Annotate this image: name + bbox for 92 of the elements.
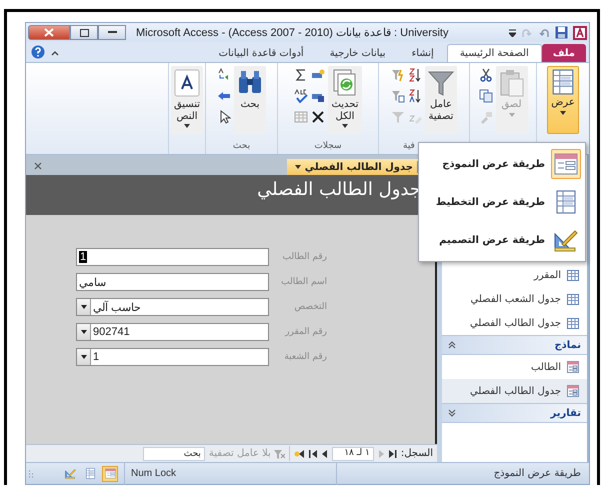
nav-item[interactable]: جدول الطالب الفصلي <box>442 311 587 335</box>
search-field[interactable]: بحث <box>142 446 205 460</box>
caret-icon <box>342 124 348 128</box>
text-format-button[interactable]: تنسيق النص <box>170 66 204 134</box>
replace-icon[interactable] <box>217 68 231 82</box>
funnel-icon <box>428 69 454 97</box>
field-label: اسم الطالب <box>280 277 328 287</box>
delete-icon[interactable] <box>311 110 326 124</box>
spelling-icon[interactable] <box>294 89 308 103</box>
field-label: التخصص <box>293 302 328 312</box>
minimize-icon <box>108 31 116 34</box>
restore-button[interactable] <box>70 25 98 40</box>
expand-chevron-icon <box>448 409 456 417</box>
record-position-field[interactable]: ١ لـ ١٨ <box>332 446 374 460</box>
ribbon-tab[interactable]: إنشاء <box>398 44 447 62</box>
toggle-filter-icon[interactable] <box>391 110 405 124</box>
nav-item[interactable]: المقرر <box>442 263 587 287</box>
text-field[interactable]: 1 <box>76 248 269 266</box>
field-label: رقم الطالب <box>282 252 328 262</box>
caret-icon <box>80 330 86 334</box>
group-label: بحث <box>232 141 252 153</box>
clipboard-icon <box>498 69 524 97</box>
form-icon <box>567 385 579 397</box>
refresh-icon <box>332 69 358 97</box>
layout-view-icon <box>84 468 96 479</box>
last-record-icon[interactable] <box>308 450 318 458</box>
sort-descending-icon[interactable] <box>408 89 422 103</box>
nav-item[interactable]: جدول الطالب الفصلي <box>442 379 587 403</box>
next-record-icon[interactable] <box>322 450 328 458</box>
sort-ascending-icon[interactable] <box>408 68 422 82</box>
nav-item[interactable]: جدول الشعب الفصلي <box>442 287 587 311</box>
design-view-icon <box>64 468 76 479</box>
table-icon <box>567 318 579 328</box>
arrow-icon[interactable] <box>217 89 231 103</box>
table-icon <box>567 270 579 280</box>
text-field[interactable]: سامي <box>76 273 269 291</box>
customize-icon[interactable] <box>509 28 516 36</box>
view-button[interactable] <box>102 466 118 482</box>
view-menu-item[interactable]: طريقة عرض التصميم <box>419 225 585 255</box>
close-icon[interactable] <box>34 162 42 170</box>
new-record-icon[interactable] <box>294 450 305 458</box>
group-label: فية <box>402 141 416 153</box>
caret-icon <box>80 305 86 309</box>
combo-box[interactable]: 902741 <box>76 323 269 341</box>
field-label: رقم المقرر <box>284 327 328 337</box>
no-filter-icon <box>274 448 285 458</box>
ribbon-tab[interactable]: الصفحة الرئيسية <box>446 44 542 62</box>
scissors-icon[interactable] <box>478 68 492 82</box>
group-label: سجلات <box>313 141 343 153</box>
caret-icon <box>508 112 514 116</box>
ribbon-tab[interactable]: أدوات قاعدة البيانات <box>206 44 317 62</box>
close-button[interactable] <box>28 25 70 40</box>
combo-box[interactable]: 1 <box>76 348 269 366</box>
num-lock-indicator: Num Lock <box>124 462 337 484</box>
layout-view-icon <box>554 190 578 214</box>
caret-icon <box>80 355 86 359</box>
status-text: طريقة عرض النموذج <box>492 468 582 479</box>
restore-icon <box>80 28 88 36</box>
caret-icon <box>294 165 301 169</box>
collapse-ribbon-icon[interactable] <box>51 50 59 56</box>
help-icon[interactable] <box>31 45 45 59</box>
design-view-icon <box>554 228 578 252</box>
record-label: السجل: <box>400 448 433 459</box>
sort-filter-button[interactable]: عامل تصفية <box>425 66 457 134</box>
field-label: رقم الشعبة <box>283 352 328 362</box>
nav-section-header[interactable]: تقارير <box>442 403 587 423</box>
minimize-button[interactable] <box>98 25 126 40</box>
ribbon-tab[interactable]: ملف <box>542 44 586 62</box>
ribbon-tab[interactable]: بيانات خارجية <box>316 44 399 62</box>
caret-icon <box>560 110 566 114</box>
save-icon[interactable] <box>555 26 568 39</box>
form-view-icon <box>554 152 578 176</box>
collapse-chevron-icon <box>448 341 456 349</box>
window-title: Microsoft Access - (Access 2007 - 2010) قاعدة بيانات : University <box>135 26 450 39</box>
form-view-icon <box>104 468 116 479</box>
caret-icon <box>184 124 190 128</box>
close-icon <box>44 28 54 37</box>
first-record-icon[interactable] <box>388 450 397 458</box>
combo-box[interactable]: حاسب آلي <box>76 298 269 316</box>
table-icon <box>567 294 579 304</box>
layout-view-icon <box>550 69 576 95</box>
nav-item[interactable]: الطالب <box>442 355 587 379</box>
advanced-filter-icon[interactable] <box>391 89 405 103</box>
nav-section-header[interactable]: نماذج <box>442 335 587 355</box>
find-button[interactable]: بحث <box>234 66 266 134</box>
view-button[interactable]: عرض <box>547 66 579 134</box>
records-button[interactable]: تحديث الكل <box>328 66 362 134</box>
text-format-icon <box>174 69 200 97</box>
resize-grip-icon <box>28 470 34 478</box>
form-icon <box>567 361 579 373</box>
app-logo-icon[interactable] <box>573 26 587 40</box>
copy-icon[interactable] <box>478 89 492 103</box>
